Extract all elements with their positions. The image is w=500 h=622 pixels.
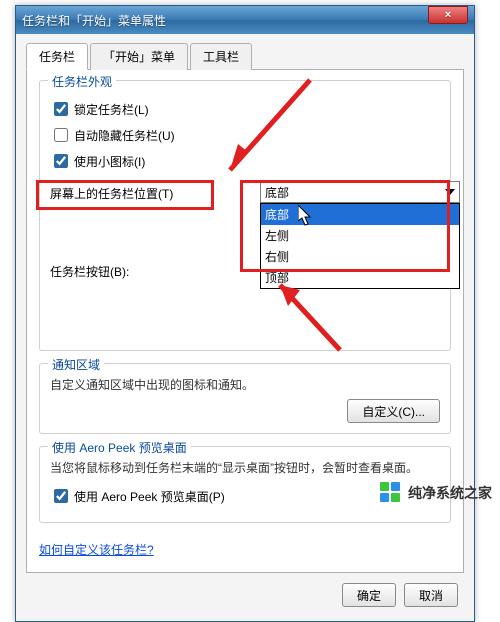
lbl-lock-taskbar: 锁定任务栏(L) bbox=[74, 101, 149, 118]
lbl-taskbar-buttons: 任务栏按钮(B): bbox=[50, 265, 129, 279]
group-appearance: 任务栏外观 锁定任务栏(L) 自动隐藏任务栏(U) 使用小图标(I) 屏幕上的任… bbox=[39, 80, 451, 351]
watermark: 纯净系统之家 bbox=[380, 482, 492, 504]
aero-desc: 当您将鼠标移动到任务栏末端的“显示桌面”按钮时，会暂时查看桌面。 bbox=[50, 459, 440, 478]
btn-ok[interactable]: 确定 bbox=[342, 583, 396, 607]
dialog-buttons: 确定 取消 bbox=[26, 573, 464, 611]
window-title: 任务栏和「开始」菜单属性 bbox=[22, 12, 166, 29]
group-aero-title: 使用 Aero Peek 预览桌面 bbox=[48, 439, 191, 456]
chevron-down-icon bbox=[445, 189, 455, 195]
chk-lock-taskbar[interactable] bbox=[54, 102, 68, 116]
btn-cancel[interactable]: 取消 bbox=[404, 583, 458, 607]
row-autohide: 自动隐藏任务栏(U) bbox=[50, 125, 440, 145]
row-lock: 锁定任务栏(L) bbox=[50, 99, 440, 119]
tab-strip: 任务栏 「开始」菜单 工具栏 bbox=[26, 42, 464, 70]
opt-right[interactable]: 右侧 bbox=[261, 246, 459, 267]
opt-top[interactable]: 顶部 bbox=[261, 267, 459, 288]
tab-taskbar[interactable]: 任务栏 bbox=[26, 43, 88, 70]
client-area: 任务栏 「开始」菜单 工具栏 任务栏外观 锁定任务栏(L) 自动隐藏任务栏(U)… bbox=[16, 34, 474, 621]
watermark-text: 纯净系统之家 bbox=[408, 483, 492, 503]
tab-start-menu[interactable]: 「开始」菜单 bbox=[90, 43, 188, 70]
chk-autohide[interactable] bbox=[54, 128, 68, 142]
lbl-autohide: 自动隐藏任务栏(U) bbox=[74, 127, 175, 144]
lbl-small-icons: 使用小图标(I) bbox=[74, 153, 145, 170]
row-smallicons: 使用小图标(I) bbox=[50, 151, 440, 171]
lbl-position: 屏幕上的任务栏位置(T) bbox=[50, 181, 173, 202]
combo-position-dropdown: 底部 左侧 右侧 顶部 bbox=[260, 203, 460, 289]
dialog-window: 任务栏和「开始」菜单属性 × 任务栏 「开始」菜单 工具栏 任务栏外观 锁定任务… bbox=[15, 5, 475, 622]
combo-position[interactable]: 底部 bbox=[260, 181, 460, 203]
tab-toolbars[interactable]: 工具栏 bbox=[190, 43, 252, 70]
chk-aero-peek[interactable] bbox=[54, 489, 68, 503]
chk-small-icons[interactable] bbox=[54, 154, 68, 168]
watermark-logo-icon bbox=[380, 482, 402, 504]
help-link[interactable]: 如何自定义该任务栏? bbox=[39, 541, 154, 558]
notify-desc: 自定义通知区域中出现的图标和通知。 bbox=[50, 376, 440, 395]
lbl-aero-peek: 使用 Aero Peek 预览桌面(P) bbox=[74, 488, 225, 505]
row-position: 屏幕上的任务栏位置(T) 底部 底部 左侧 右侧 顶部 bbox=[50, 181, 440, 207]
titlebar: 任务栏和「开始」菜单属性 × bbox=[16, 6, 474, 34]
combo-position-value: 底部 bbox=[265, 184, 289, 201]
group-notify-title: 通知区域 bbox=[48, 356, 104, 373]
opt-left[interactable]: 左侧 bbox=[261, 225, 459, 246]
group-appearance-title: 任务栏外观 bbox=[48, 73, 116, 90]
btn-customize[interactable]: 自定义(C)... bbox=[347, 399, 440, 423]
opt-bottom[interactable]: 底部 bbox=[261, 204, 459, 225]
close-button[interactable]: × bbox=[428, 6, 468, 24]
group-notify: 通知区域 自定义通知区域中出现的图标和通知。 自定义(C)... bbox=[39, 363, 451, 434]
